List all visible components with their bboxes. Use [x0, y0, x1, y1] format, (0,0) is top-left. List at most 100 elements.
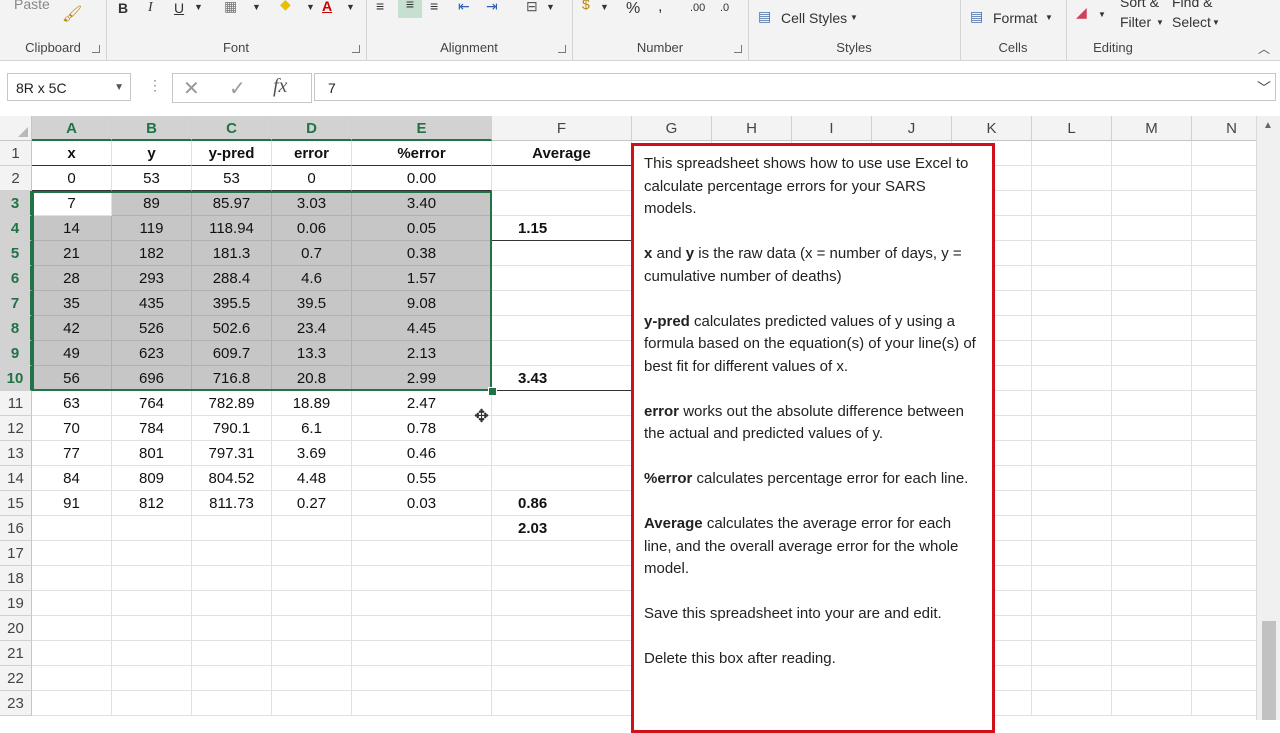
cell-e5[interactable]: 0.38 [352, 241, 492, 266]
cell-c1[interactable]: y-pred [192, 141, 272, 166]
cell-b14[interactable]: 809 [112, 466, 192, 491]
row-header-16[interactable]: 16 [0, 516, 32, 541]
cell-c2[interactable]: 53 [192, 166, 272, 191]
cell-f21[interactable] [492, 641, 632, 666]
cell-d6[interactable]: 4.6 [272, 266, 352, 291]
cell-d9[interactable]: 13.3 [272, 341, 352, 366]
cell-l1[interactable] [1032, 141, 1112, 166]
row-header-8[interactable]: 8 [0, 316, 32, 341]
format-dropdown-icon[interactable]: ▼ [1045, 13, 1053, 22]
collapse-ribbon-icon[interactable]: ︿ [1258, 40, 1270, 57]
sort-filter-label-1[interactable]: Sort & [1120, 0, 1159, 10]
cell-f3[interactable] [492, 191, 632, 216]
font-launcher-icon[interactable] [352, 45, 360, 53]
row-header-3[interactable]: 3 [0, 191, 32, 216]
cell-m8[interactable] [1112, 316, 1192, 341]
cell-f5[interactable] [492, 241, 632, 266]
cancel-icon[interactable]: ✕ [183, 76, 200, 101]
cell-f19[interactable] [492, 591, 632, 616]
cell-a19[interactable] [32, 591, 112, 616]
column-header-f[interactable]: F [492, 116, 632, 141]
decrease-indent-icon[interactable]: ⇤ [458, 0, 470, 15]
cell-a12[interactable]: 70 [32, 416, 112, 441]
column-header-k[interactable]: K [952, 116, 1032, 141]
cell-e22[interactable] [352, 666, 492, 691]
accounting-dropdown-icon[interactable]: ▼ [600, 2, 609, 12]
cell-b21[interactable] [112, 641, 192, 666]
cell-c21[interactable] [192, 641, 272, 666]
cell-e17[interactable] [352, 541, 492, 566]
cell-m21[interactable] [1112, 641, 1192, 666]
cell-d22[interactable] [272, 666, 352, 691]
row-header-13[interactable]: 13 [0, 441, 32, 466]
column-header-d[interactable]: D [272, 116, 352, 141]
cell-c11[interactable]: 782.89 [192, 391, 272, 416]
cell-c19[interactable] [192, 591, 272, 616]
cell-l3[interactable] [1032, 191, 1112, 216]
cell-a4[interactable]: 14 [32, 216, 112, 241]
cell-m1[interactable] [1112, 141, 1192, 166]
cell-e6[interactable]: 1.57 [352, 266, 492, 291]
cell-d16[interactable] [272, 516, 352, 541]
cell-b15[interactable]: 812 [112, 491, 192, 516]
cell-a1[interactable]: x [32, 141, 112, 166]
cell-b10[interactable]: 696 [112, 366, 192, 391]
column-header-a[interactable]: A [32, 116, 112, 141]
cell-l22[interactable] [1032, 666, 1112, 691]
cell-b8[interactable]: 526 [112, 316, 192, 341]
cell-f12[interactable] [492, 416, 632, 441]
column-header-b[interactable]: B [112, 116, 192, 141]
cell-b9[interactable]: 623 [112, 341, 192, 366]
cell-d19[interactable] [272, 591, 352, 616]
row-header-18[interactable]: 18 [0, 566, 32, 591]
cell-b12[interactable]: 784 [112, 416, 192, 441]
cell-a20[interactable] [32, 616, 112, 641]
cell-m3[interactable] [1112, 191, 1192, 216]
cell-c10[interactable]: 716.8 [192, 366, 272, 391]
find-select-label-1[interactable]: Find & [1172, 0, 1212, 10]
row-header-2[interactable]: 2 [0, 166, 32, 191]
cell-a22[interactable] [32, 666, 112, 691]
cell-e1[interactable]: %error [352, 141, 492, 166]
cell-e20[interactable] [352, 616, 492, 641]
cell-c13[interactable]: 797.31 [192, 441, 272, 466]
cell-e9[interactable]: 2.13 [352, 341, 492, 366]
cell-e13[interactable]: 0.46 [352, 441, 492, 466]
column-header-j[interactable]: J [872, 116, 952, 141]
cell-c3[interactable]: 85.97 [192, 191, 272, 216]
cell-a10[interactable]: 56 [32, 366, 112, 391]
cell-m5[interactable] [1112, 241, 1192, 266]
cell-d3[interactable]: 3.03 [272, 191, 352, 216]
cell-b3[interactable]: 89 [112, 191, 192, 216]
cell-d8[interactable]: 23.4 [272, 316, 352, 341]
cell-c18[interactable] [192, 566, 272, 591]
cell-b16[interactable] [112, 516, 192, 541]
cell-l7[interactable] [1032, 291, 1112, 316]
cell-d17[interactable] [272, 541, 352, 566]
row-header-7[interactable]: 7 [0, 291, 32, 316]
font-color-icon[interactable]: A [322, 0, 332, 14]
find-select-button[interactable]: Select [1172, 14, 1211, 30]
cell-d21[interactable] [272, 641, 352, 666]
cell-c23[interactable] [192, 691, 272, 716]
instructions-textbox[interactable]: This spreadsheet shows how to use use Ex… [631, 143, 995, 733]
underline-button[interactable]: U [174, 0, 184, 16]
cell-c15[interactable]: 811.73 [192, 491, 272, 516]
alignment-launcher-icon[interactable] [558, 45, 566, 53]
cell-m23[interactable] [1112, 691, 1192, 716]
cell-e12[interactable]: 0.78 [352, 416, 492, 441]
row-header-15[interactable]: 15 [0, 491, 32, 516]
cell-m22[interactable] [1112, 666, 1192, 691]
cell-d13[interactable]: 3.69 [272, 441, 352, 466]
italic-button[interactable]: I [148, 0, 153, 16]
cell-m20[interactable] [1112, 616, 1192, 641]
cell-c20[interactable] [192, 616, 272, 641]
cell-f15[interactable]: 0.86 [492, 491, 632, 516]
row-header-12[interactable]: 12 [0, 416, 32, 441]
cell-l20[interactable] [1032, 616, 1112, 641]
cell-styles-dropdown-icon[interactable]: ▼ [850, 13, 858, 22]
clear-dropdown-icon[interactable]: ▼ [1098, 10, 1106, 19]
cell-b7[interactable]: 435 [112, 291, 192, 316]
merge-dropdown-icon[interactable]: ▼ [546, 2, 555, 12]
font-color-dropdown-icon[interactable]: ▼ [346, 2, 355, 12]
